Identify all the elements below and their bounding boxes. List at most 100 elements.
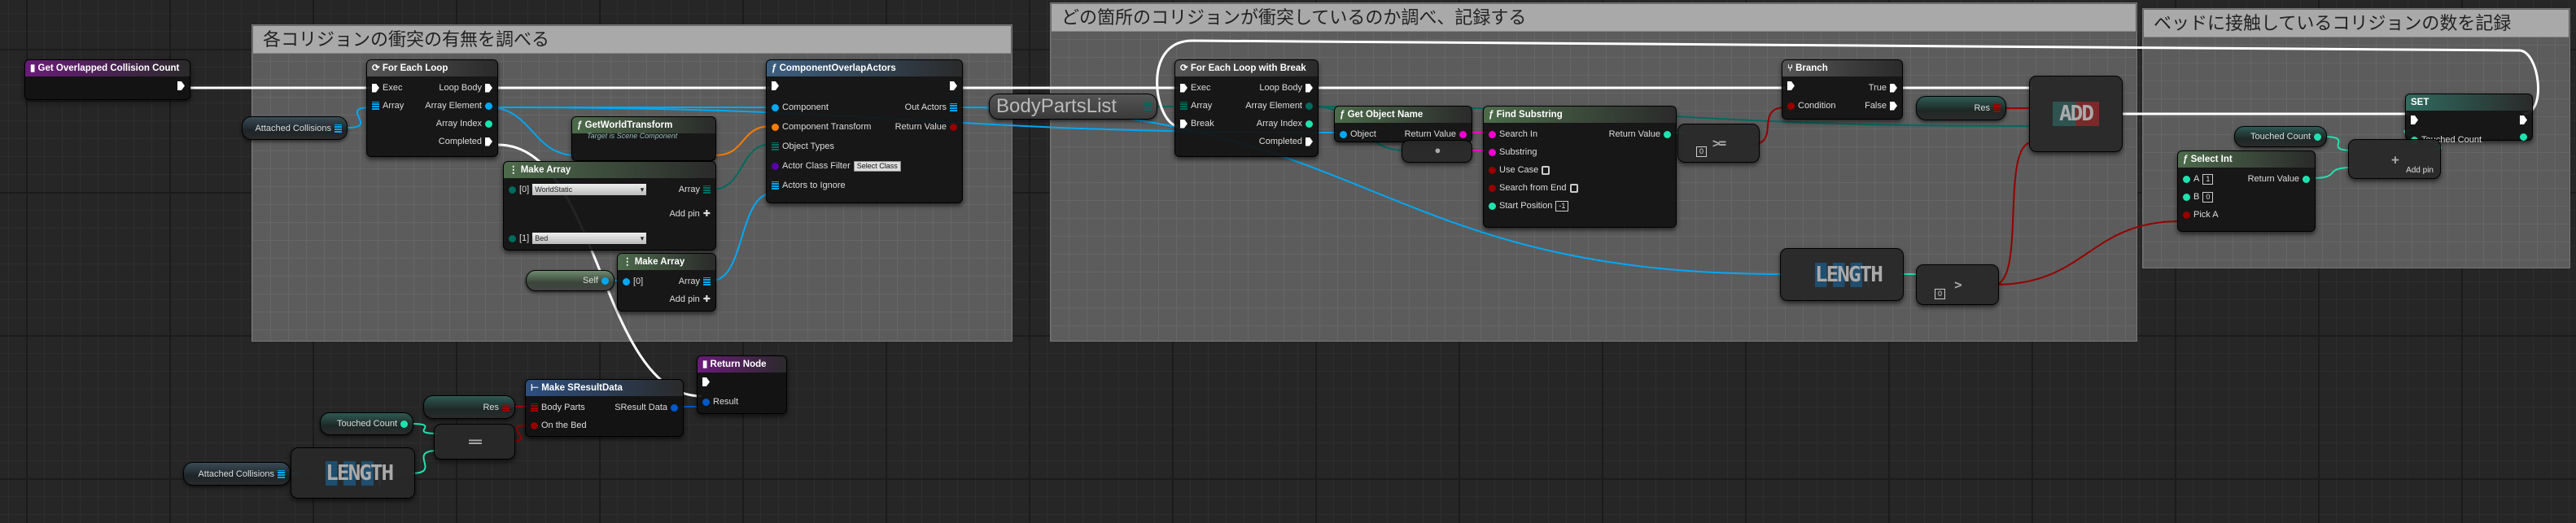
input-pin[interactable]: [0] bbox=[623, 275, 643, 288]
input-pin[interactable]: Condition bbox=[1787, 99, 1835, 112]
input-pin[interactable]: Actors to Ignore bbox=[772, 179, 846, 192]
input-pin[interactable] bbox=[702, 377, 710, 386]
output-pin[interactable] bbox=[177, 81, 185, 90]
default-value-field[interactable]: 0 bbox=[2202, 191, 2214, 203]
int-pin[interactable] bbox=[2303, 175, 2310, 183]
int-pin[interactable] bbox=[1489, 202, 1496, 210]
bool-pin[interactable] bbox=[1787, 102, 1795, 110]
input-pin[interactable]: Object Types bbox=[772, 140, 834, 153]
input-pin[interactable]: Search In bbox=[1489, 128, 1537, 141]
byte-pin[interactable] bbox=[703, 185, 711, 194]
output-pin[interactable]: Return Value bbox=[895, 120, 957, 133]
int-pin[interactable] bbox=[1664, 130, 1671, 138]
int-pin[interactable] bbox=[2520, 133, 2527, 141]
variable-getter-attached2[interactable]: Attached Collisions bbox=[183, 462, 291, 486]
input-pin[interactable]: Pick A bbox=[2183, 208, 2219, 221]
exec-pin[interactable] bbox=[702, 377, 710, 386]
node-gwt[interactable]: ƒ GetWorldTransform Target is Scene Compo… bbox=[571, 116, 716, 174]
object-pin[interactable] bbox=[485, 102, 492, 110]
exec-pin[interactable] bbox=[772, 81, 779, 90]
byte-pin[interactable] bbox=[772, 142, 779, 150]
output-pin[interactable]: Array Element bbox=[1245, 99, 1313, 112]
output-pin[interactable]: Loop Body bbox=[439, 81, 492, 94]
input-pin[interactable] bbox=[2411, 115, 2418, 124]
transform-pin[interactable] bbox=[772, 123, 779, 131]
bool-pin[interactable] bbox=[2183, 211, 2190, 219]
variable-getter-self[interactable]: Self bbox=[526, 270, 614, 291]
exec-pin[interactable] bbox=[2411, 115, 2418, 124]
input-pin[interactable]: Break bbox=[1180, 117, 1214, 130]
input-pin[interactable]: Exec bbox=[1180, 81, 1210, 94]
bool-pin[interactable] bbox=[531, 421, 538, 429]
enum-dropdown[interactable]: WorldStatic bbox=[532, 184, 647, 195]
map-pin[interactable] bbox=[531, 403, 538, 412]
variable-getter-tc2[interactable]: Touched Count bbox=[320, 412, 413, 435]
struct-pin[interactable] bbox=[671, 403, 678, 412]
enum-dropdown[interactable]: Bed bbox=[532, 233, 647, 244]
node-gon[interactable]: ƒ Get Object Name Object Return Value bbox=[1334, 106, 1472, 142]
input-pin[interactable]: Body Parts bbox=[531, 401, 585, 414]
default-value-field[interactable]: -1 bbox=[1555, 200, 1569, 211]
operator-node-add[interactable]: ADD bbox=[2029, 76, 2123, 152]
node-fs[interactable]: ƒ Find Substring Search In Return Value Sub… bbox=[1483, 106, 1677, 228]
exec-pin[interactable] bbox=[1305, 83, 1313, 93]
input-pin[interactable]: [1] Bed bbox=[509, 232, 647, 245]
exec-pin[interactable] bbox=[372, 83, 379, 93]
input-pin[interactable]: B0 bbox=[2183, 190, 2214, 203]
operator-node-length1[interactable]: LENGTH bbox=[291, 447, 415, 499]
node-coa[interactable]: ƒ ComponentOverlapActors Component Out Act… bbox=[766, 59, 963, 203]
input-pin[interactable]: Array bbox=[372, 99, 404, 112]
output-pin[interactable]: Array Element bbox=[425, 99, 492, 112]
add-pin-label[interactable]: Add pin bbox=[2406, 166, 2434, 175]
output-pin[interactable]: Array bbox=[679, 183, 711, 196]
variable-getter-attached1[interactable]: Attached Collisions bbox=[242, 116, 348, 140]
object-pin[interactable] bbox=[278, 469, 285, 478]
node-get-overlapped[interactable]: ▮ Get Overlapped Collision Count bbox=[24, 59, 190, 100]
bool-pin[interactable] bbox=[1489, 184, 1496, 192]
variable-getter-res1[interactable]: Res bbox=[1916, 96, 2006, 120]
output-pin[interactable]: Return Value bbox=[1405, 128, 1467, 141]
node-branch[interactable]: ⑂ Branch True Condition False bbox=[1782, 59, 1903, 120]
exec-pin[interactable] bbox=[177, 81, 185, 90]
default-value-field[interactable]: 0 bbox=[1935, 289, 1946, 299]
output-pin[interactable]: Out Actors bbox=[905, 101, 957, 114]
default-value-field[interactable]: 1 bbox=[2202, 173, 2214, 185]
bool-pin[interactable] bbox=[1489, 166, 1496, 174]
output-pin[interactable]: Array Index bbox=[1257, 117, 1313, 130]
object-pin[interactable] bbox=[772, 181, 779, 190]
input-pin[interactable]: Exec bbox=[372, 81, 402, 94]
default-value-field[interactable]: Select Class bbox=[853, 160, 901, 172]
node-make-array1[interactable]: ⋮ Make Array [0]WorldStatic Array Add pin✚ [… bbox=[503, 161, 716, 251]
int-pin[interactable] bbox=[2314, 133, 2321, 141]
operator-node-length2[interactable]: LENGTH bbox=[1780, 248, 1904, 301]
object-pin[interactable] bbox=[1340, 130, 1347, 138]
map-pin[interactable] bbox=[1993, 104, 2001, 112]
exec-pin[interactable] bbox=[1787, 81, 1795, 90]
object-pin[interactable] bbox=[372, 102, 379, 110]
int-pin[interactable] bbox=[1305, 120, 1313, 128]
exec-pin[interactable] bbox=[485, 83, 492, 93]
output-pin[interactable]: Array Index bbox=[436, 117, 492, 130]
input-pin[interactable]: Use Case bbox=[1489, 163, 1550, 177]
output-pin[interactable]: Array bbox=[679, 275, 711, 288]
output-pin[interactable]: Completed bbox=[1259, 135, 1313, 148]
class-pin[interactable] bbox=[772, 162, 779, 170]
input-pin[interactable]: Substring bbox=[1489, 146, 1537, 159]
byte-pin[interactable] bbox=[1144, 102, 1152, 111]
object-pin[interactable] bbox=[601, 277, 609, 285]
input-pin[interactable] bbox=[772, 81, 779, 90]
node-select-int[interactable]: ƒ Select Int A 1 Return Value B 0 Pick A bbox=[2177, 150, 2316, 232]
operator-node-conv[interactable]: • bbox=[1402, 140, 1472, 163]
output-pin[interactable]: Add pin ✚ bbox=[669, 293, 711, 306]
string-pin[interactable] bbox=[1489, 148, 1496, 156]
exec-pin[interactable] bbox=[1890, 83, 1897, 93]
input-pin[interactable]: A1 bbox=[2183, 172, 2214, 185]
exec-pin[interactable] bbox=[1305, 137, 1313, 146]
exec-pin[interactable] bbox=[485, 137, 492, 146]
byte-pin[interactable] bbox=[509, 185, 516, 194]
variable-getter-tc1[interactable]: Touched Count bbox=[2234, 126, 2327, 147]
node-felb[interactable]: ⟳ For Each Loop with Break Exec Loop Body A… bbox=[1174, 59, 1319, 157]
input-pin[interactable]: Component Transform bbox=[772, 120, 871, 133]
object-pin[interactable] bbox=[623, 277, 630, 285]
operator-node-ge[interactable]: >= 0 bbox=[1677, 124, 1760, 163]
